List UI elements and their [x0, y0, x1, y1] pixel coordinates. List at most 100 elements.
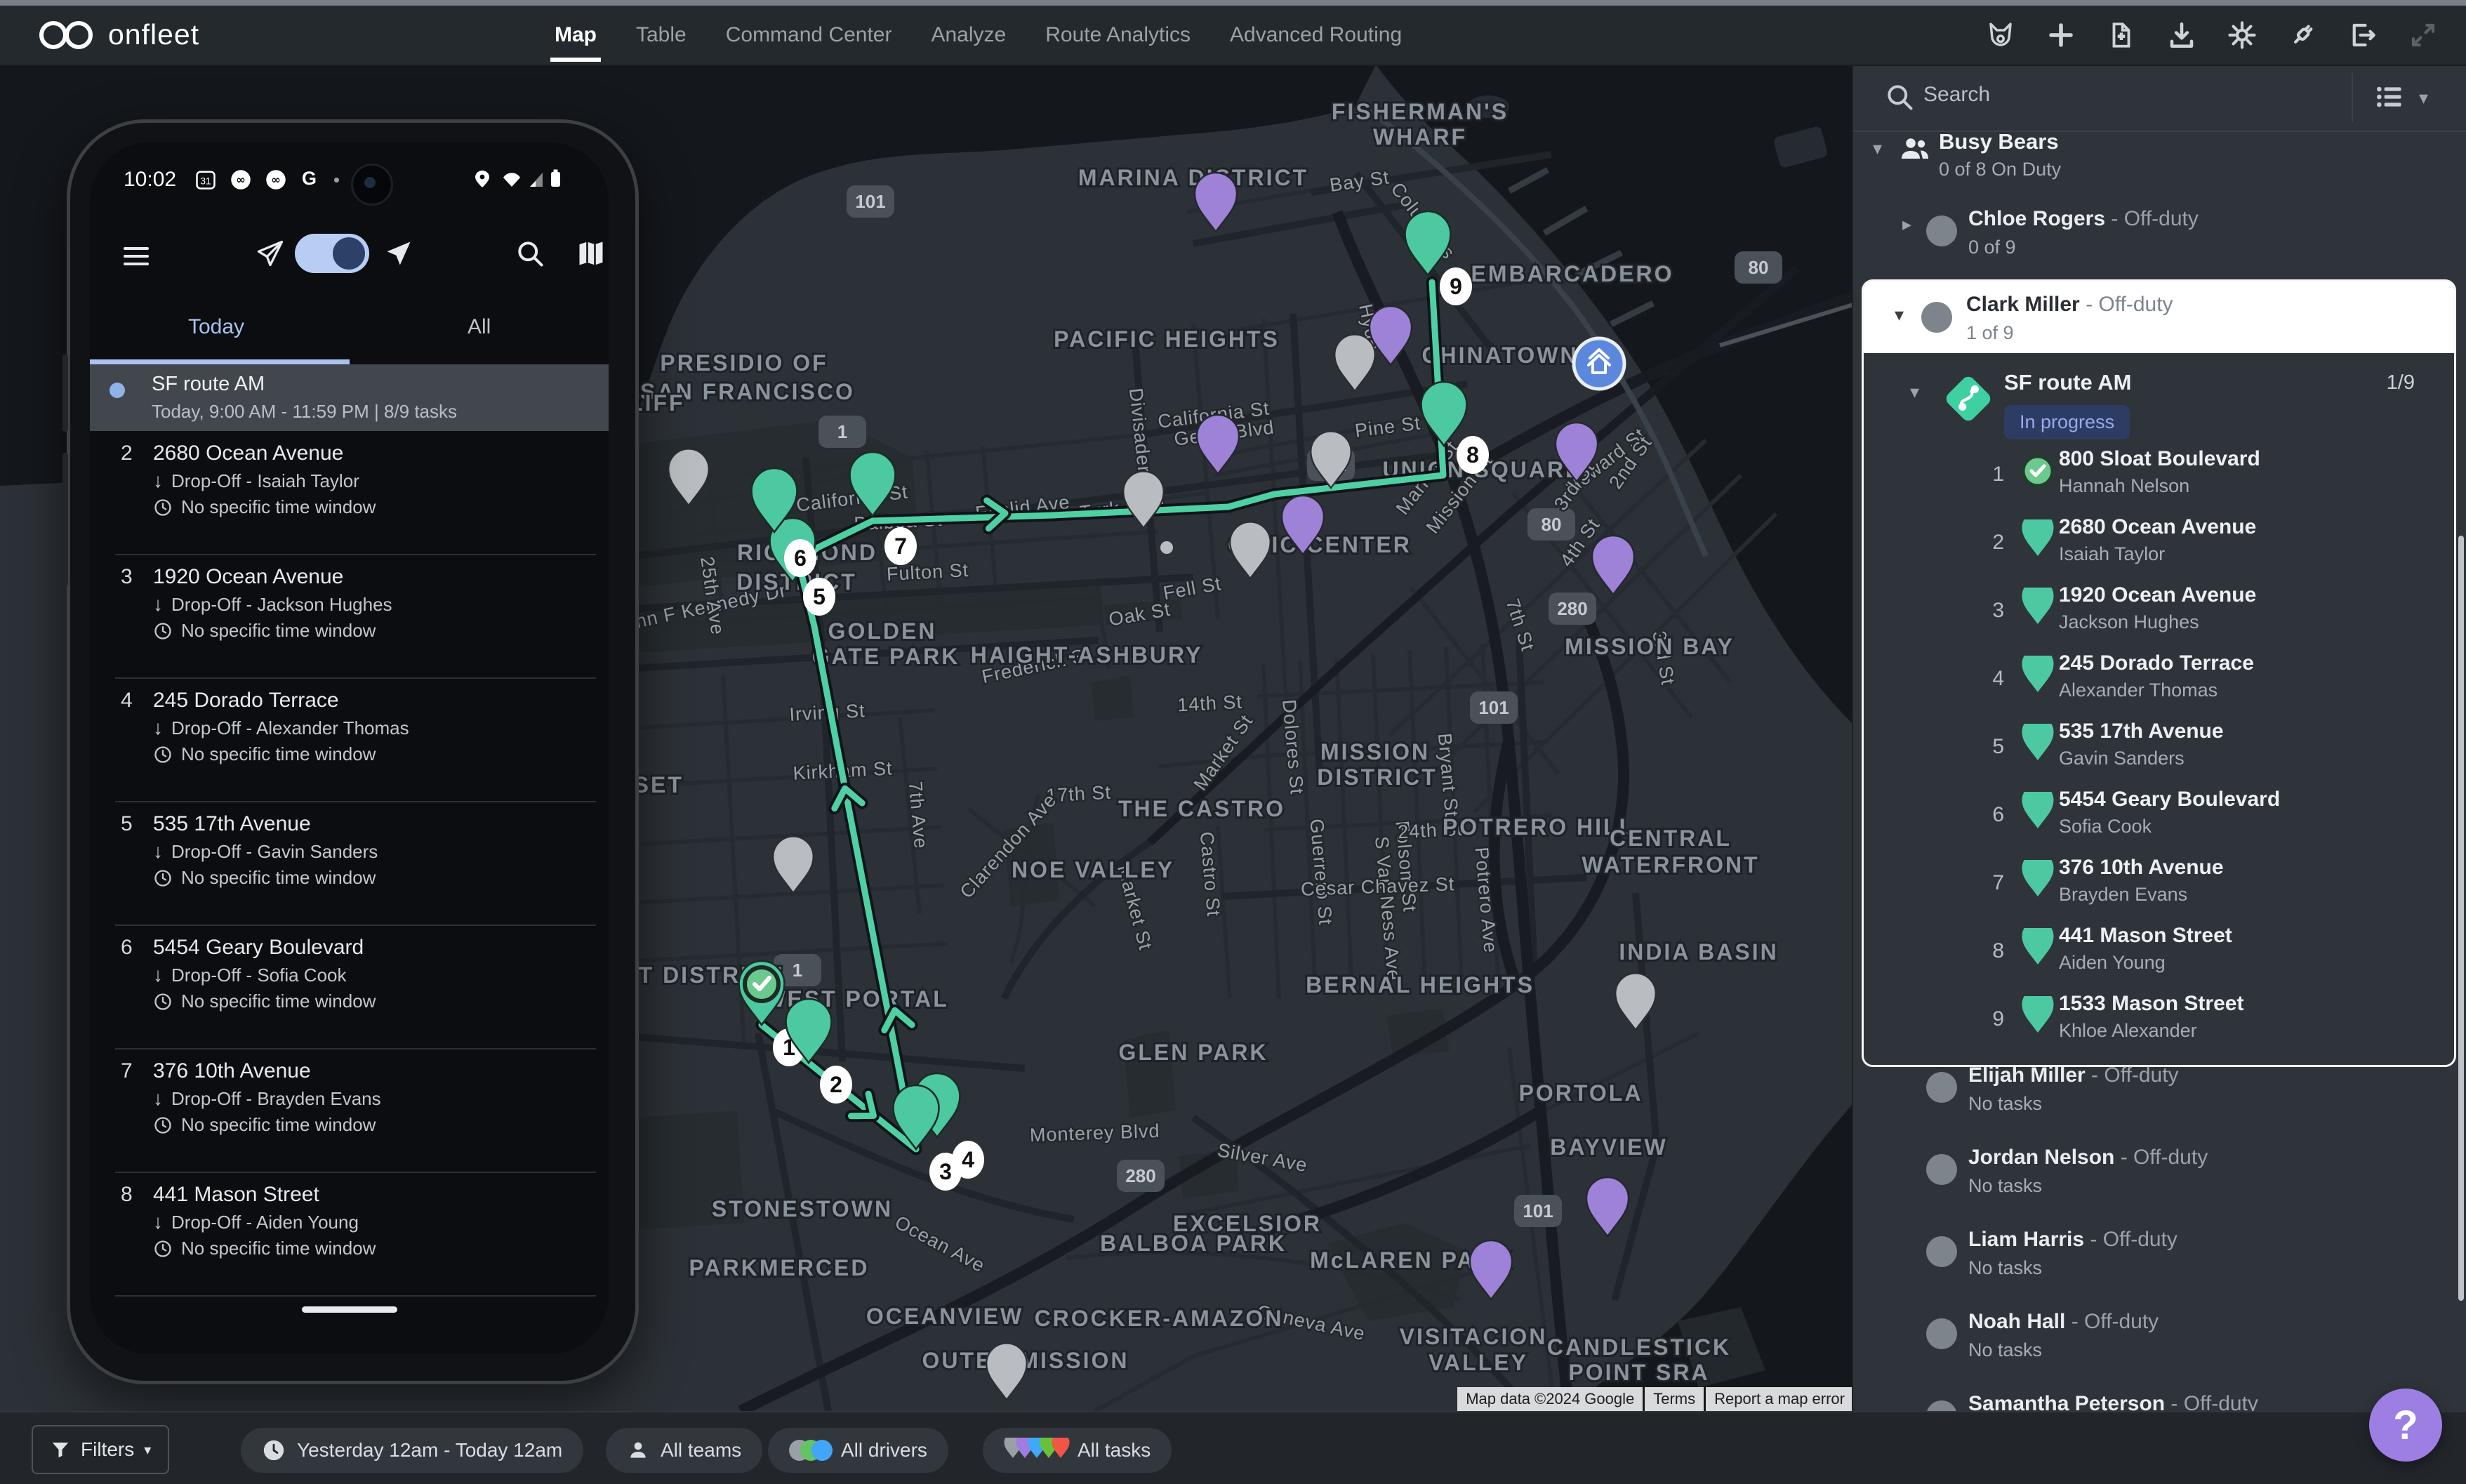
phone-task-item[interactable]: 3 1920 Ocean Avenue ↓Drop-Off - Jackson … [90, 555, 609, 679]
chevron-down-icon[interactable]: ▾ [1910, 381, 1919, 403]
map-terms-link[interactable]: Terms [1645, 1387, 1704, 1411]
area-label: PARKMERCED [689, 1255, 870, 1280]
unassigned-task-pin[interactable] [1230, 522, 1271, 579]
map-icon[interactable] [576, 238, 606, 272]
chevron-down-icon[interactable]: ▾ [1873, 138, 1882, 159]
follow-mode-toggle[interactable] [295, 234, 369, 273]
stop-number: 8 [1976, 939, 2004, 963]
nav-tab-route-analytics[interactable]: Route Analytics [1045, 6, 1191, 65]
route-summary-row[interactable]: SF route AM Today, 9:00 AM - 11:59 PM | … [90, 364, 609, 431]
map-report-error-link[interactable]: Report a map error [1706, 1387, 1853, 1411]
stop-address: 1533 Mason Street [2059, 992, 2243, 1016]
assigned-task-pin[interactable] [1195, 173, 1237, 232]
tasks-filter-pill[interactable]: All tasks [983, 1428, 1172, 1473]
area-label: BAYVIEW [1550, 1134, 1667, 1160]
svg-text:3: 3 [939, 1159, 952, 1184]
sidebar-scrollbar[interactable] [2458, 536, 2464, 1301]
route-stop-row[interactable]: 5 535 17th Avenue Gavin Sanders [1864, 718, 2454, 786]
unassigned-task-dot[interactable] [1160, 541, 1173, 554]
expand-icon[interactable] [2408, 20, 2438, 50]
phone-task-item[interactable]: 8 441 Mason Street ↓Drop-Off - Aiden You… [90, 1173, 609, 1297]
tab-all[interactable]: All [468, 315, 491, 339]
route-stop-row[interactable]: 9 1533 Mason Street Khloe Alexander [1864, 991, 2454, 1059]
chevron-down-icon[interactable]: ▾ [1895, 304, 1904, 326]
nav-tab-command-center[interactable]: Command Center [726, 6, 892, 65]
dropoff-arrow-icon: ↓ [153, 1087, 163, 1110]
route-header[interactable]: ▾ SF route AM 1/9 In progress [1864, 353, 2454, 458]
area-label: MISSION BAY [1565, 634, 1735, 659]
nav-tab-advanced-routing[interactable]: Advanced Routing [1230, 6, 1402, 65]
drivers-filter-pill[interactable]: All drivers [768, 1428, 948, 1473]
task-number: 2 [121, 442, 133, 465]
list-view-icon[interactable] [2374, 81, 2405, 116]
fox-mascot-icon[interactable] [1986, 20, 2015, 50]
route-stop-row[interactable]: 2 2680 Ocean Avenue Isaiah Taylor [1864, 514, 2454, 582]
driver-status: - Off-duty [2084, 1228, 2177, 1251]
phone-task-item[interactable]: 6 5454 Geary Boulevard ↓Drop-Off - Sofia… [90, 926, 609, 1049]
help-button[interactable]: ? [2369, 1389, 2442, 1462]
driver-row-clark-miller[interactable]: ▾ Clark Miller - Off-duty 1 of 9 [1864, 281, 2454, 353]
phone-task-item[interactable]: 5 535 17th Avenue ↓Drop-Off - Gavin Sand… [90, 802, 609, 926]
add-icon[interactable] [2046, 20, 2076, 50]
chevron-down-icon[interactable]: ▾ [2419, 87, 2428, 109]
navigate-outline-icon[interactable] [255, 238, 286, 272]
divider [2352, 73, 2353, 122]
logout-icon[interactable] [2348, 20, 2378, 50]
phone-task-item[interactable]: 7 376 10th Avenue ↓Drop-Off - Brayden Ev… [90, 1049, 609, 1173]
menu-hamburger-icon[interactable] [124, 242, 149, 270]
unassigned-task-pin[interactable] [773, 837, 814, 894]
download-icon[interactable] [2167, 20, 2196, 50]
route-stop-row[interactable]: 8 441 Mason Street Aiden Young [1864, 922, 2454, 991]
phone-task-item[interactable]: 2 2680 Ocean Avenue ↓Drop-Off - Isaiah T… [90, 432, 609, 555]
driver-name: Clark Miller [1966, 293, 2080, 316]
onfleet-logo[interactable]: onfleet [37, 18, 199, 51]
navigate-filled-icon[interactable] [383, 238, 414, 272]
home-indicator[interactable] [302, 1306, 397, 1313]
route-stop-row[interactable]: 1 800 Sloat Boulevard Hannah Nelson [1864, 446, 2454, 514]
signal-icon [530, 173, 543, 187]
assigned-task-pin[interactable] [1470, 1240, 1512, 1299]
teams-filter-pill[interactable]: All teams [606, 1428, 762, 1473]
onfleet-notification-icon: ∞ [265, 169, 286, 194]
driver-status-dots-icon [789, 1440, 823, 1461]
route-stop-row[interactable]: 3 1920 Ocean Avenue Jackson Hughes [1864, 582, 2454, 650]
route-stop-row[interactable]: 4 245 Dorado Terrace Alexander Thomas [1864, 650, 2454, 718]
unassigned-task-pin[interactable] [1123, 472, 1164, 529]
driver-row-noah-hall[interactable]: Noah Hall - Off-duty No tasks [1853, 1310, 2466, 1392]
phone-clock: 10:02 [124, 168, 176, 192]
svg-text:101: 101 [1478, 697, 1509, 718]
unassigned-task-pin[interactable] [986, 1344, 1027, 1400]
driver-row-elijah-miller[interactable]: Elijah Miller - Off-duty No tasks [1853, 1064, 2466, 1146]
driver-row-liam-harris[interactable]: Liam Harris - Off-duty No tasks [1853, 1228, 2466, 1310]
stop-address: 5454 Geary Boulevard [2059, 788, 2280, 811]
search-input[interactable]: Search [1923, 83, 1990, 107]
area-label: BERNAL HEIGHTS [1306, 972, 1534, 998]
svg-text:1: 1 [793, 960, 802, 981]
route-stop-row[interactable]: 6 5454 Geary Boulevard Sofia Cook [1864, 786, 2454, 854]
driver-row-jordan-nelson[interactable]: Jordan Nelson - Off-duty No tasks [1853, 1146, 2466, 1228]
stop-address: 441 Mason Street [2059, 924, 2232, 948]
street-label: 7th Ave [905, 781, 932, 850]
route-stop-row[interactable]: 7 376 10th Avenue Brayden Evans [1864, 854, 2454, 922]
driver-avatar [1926, 216, 1957, 246]
route-squiggle-icon [1951, 381, 1986, 416]
search-icon[interactable] [515, 238, 545, 272]
import-file-icon[interactable] [2107, 20, 2136, 50]
unassigned-task-pin[interactable] [1334, 335, 1375, 392]
nav-tab-table[interactable]: Table [636, 6, 687, 65]
nav-tab-map[interactable]: Map [555, 6, 597, 65]
tab-today[interactable]: Today [188, 315, 244, 339]
filters-button[interactable]: Filters ▾ [32, 1425, 169, 1474]
area-label: WHARF [1373, 124, 1467, 150]
team-name: Busy Bears [1939, 129, 2059, 154]
settings-gear-icon[interactable] [2227, 20, 2257, 50]
task-address: 441 Mason Street [153, 1183, 319, 1207]
assigned-task-pin[interactable] [1586, 1177, 1629, 1236]
phone-task-item[interactable]: 4 245 Dorado Terrace ↓Drop-Off - Alexand… [90, 679, 609, 802]
nav-tab-analyze[interactable]: Analyze [931, 6, 1006, 65]
chevron-right-icon[interactable]: ▸ [1902, 213, 1911, 235]
route-home-marker[interactable] [1574, 338, 1624, 389]
stop-address: 245 Dorado Terrace [2059, 651, 2254, 675]
date-range-pill[interactable]: Yesterday 12am - Today 12am [241, 1428, 583, 1473]
integrations-plug-icon[interactable] [2288, 20, 2317, 50]
